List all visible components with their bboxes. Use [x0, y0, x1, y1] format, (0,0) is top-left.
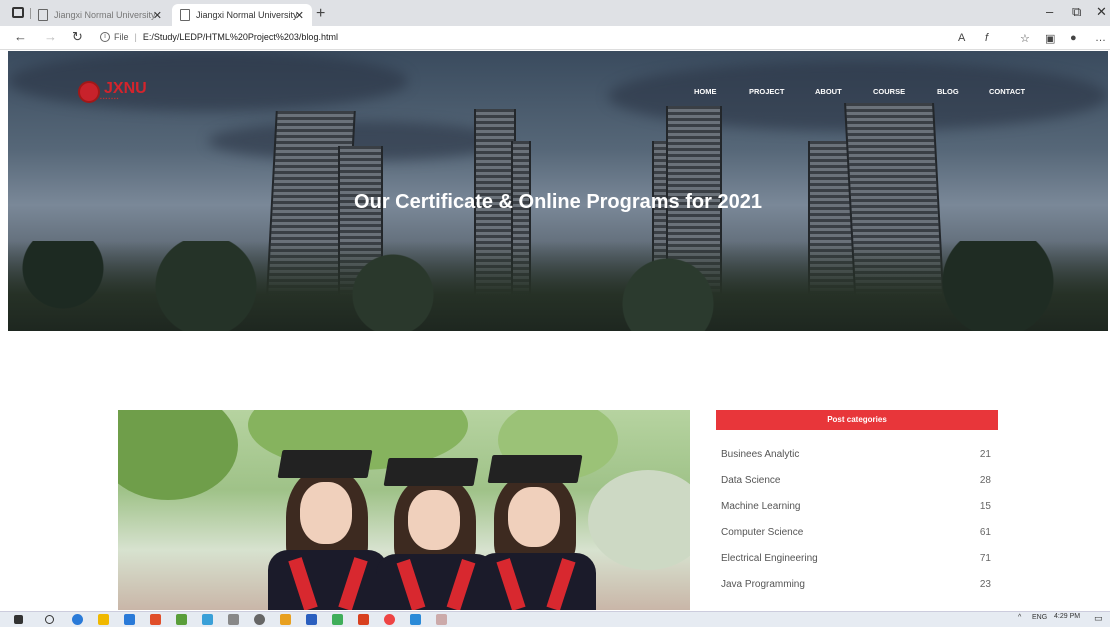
category-name: Java Programming: [721, 578, 805, 590]
back-icon[interactable]: ←: [14, 29, 27, 44]
more-icon[interactable]: …: [1095, 32, 1106, 44]
tab-label: Jiangxi Normal University: [54, 10, 156, 20]
tab-active[interactable]: Jiangxi Normal University ✕: [172, 4, 312, 26]
category-name: Businees Analytic: [721, 448, 800, 460]
nav-contact[interactable]: CONTACT: [989, 87, 1025, 96]
nav-project[interactable]: PROJECT: [749, 87, 784, 96]
app-icon[interactable]: [150, 614, 161, 625]
url-text: E:/Study/LEDP/HTML%20Project%203/blog.ht…: [142, 32, 338, 42]
file-explorer-icon[interactable]: [98, 614, 109, 625]
category-count: 28: [979, 474, 991, 486]
window-close-icon[interactable]: ✕: [1096, 4, 1107, 20]
hero-title: Our Certificate & Online Programs for 20…: [354, 191, 762, 213]
tray-chevron-icon[interactable]: ^: [1018, 614, 1021, 621]
info-icon[interactable]: i: [100, 32, 110, 42]
refresh-icon[interactable]: ↻: [72, 29, 83, 45]
close-icon[interactable]: ✕: [295, 9, 304, 22]
category-count: 15: [979, 500, 991, 512]
category-name: Machine Learning: [721, 500, 801, 512]
tab-label: Jiangxi Normal University: [196, 10, 298, 20]
category-item[interactable]: Machine Learning 15: [721, 493, 991, 519]
category-count: 21: [979, 448, 991, 460]
favorites-icon[interactable]: ☆: [1020, 32, 1030, 45]
app-icon[interactable]: [228, 614, 239, 625]
category-count: 61: [979, 526, 991, 538]
category-count: 71: [979, 552, 991, 564]
settings-icon[interactable]: [254, 614, 265, 625]
app-icon[interactable]: [436, 614, 447, 625]
nav-course[interactable]: COURSE: [873, 87, 905, 96]
logo-seal-icon: [78, 81, 100, 103]
font-icon[interactable]: f: [985, 32, 988, 44]
browser-app-icon[interactable]: [12, 7, 24, 18]
page-icon: [38, 9, 48, 21]
page-icon: [180, 9, 190, 21]
category-item[interactable]: Businees Analytic 21: [721, 441, 991, 467]
store-icon[interactable]: [124, 614, 135, 625]
start-icon[interactable]: [14, 615, 23, 624]
category-name: Electrical Engineering: [721, 552, 818, 564]
tab-inactive[interactable]: Jiangxi Normal University ✕: [30, 4, 170, 26]
graduate-figure: [268, 440, 388, 610]
nav-blog[interactable]: BLOG: [937, 87, 959, 96]
address-bar: ← → ↻ i File | E:/Study/LEDP/HTML%20Proj…: [0, 26, 1110, 50]
url-divider: |: [134, 32, 137, 42]
site-logo[interactable]: JXNU ▪▪▪▪▪▪▪: [78, 81, 147, 103]
url-field[interactable]: i File | E:/Study/LEDP/HTML%20Project%20…: [100, 32, 338, 42]
hero-banner: JXNU ▪▪▪▪▪▪▪ HOME PROJECT ABOUT COURSE B…: [8, 51, 1108, 331]
hero-cloud: [8, 51, 408, 111]
category-item[interactable]: Data Science 28: [721, 467, 991, 493]
app-icon[interactable]: [332, 614, 343, 625]
new-tab-icon[interactable]: +: [316, 5, 325, 23]
browser-tab-bar: Jiangxi Normal University ✕ Jiangxi Norm…: [0, 0, 1110, 26]
collections-icon[interactable]: ▣: [1045, 32, 1055, 45]
tree-line: [8, 241, 1108, 331]
close-icon[interactable]: ✕: [153, 9, 162, 22]
minimize-icon[interactable]: –: [1046, 4, 1053, 19]
category-item[interactable]: Electrical Engineering 71: [721, 545, 991, 571]
read-aloud-icon[interactable]: A: [958, 32, 965, 44]
category-item[interactable]: Computer Science 61: [721, 519, 991, 545]
logo-text: JXNU: [104, 80, 147, 97]
app-icon[interactable]: [280, 614, 291, 625]
category-name: Data Science: [721, 474, 781, 486]
category-name: Computer Science: [721, 526, 804, 538]
foliage: [118, 410, 238, 500]
category-item[interactable]: Java Programming 23: [721, 571, 991, 597]
foliage: [588, 470, 690, 570]
edge-icon[interactable]: [72, 614, 83, 625]
url-scheme: File: [114, 32, 129, 42]
restore-icon[interactable]: ⧉: [1072, 4, 1081, 20]
blog-post-image[interactable]: [118, 410, 690, 610]
profile-icon[interactable]: ●: [1070, 32, 1077, 44]
post-categories-header: Post categories: [716, 410, 998, 430]
word-icon[interactable]: [306, 614, 317, 625]
language-indicator[interactable]: ENG: [1032, 614, 1047, 621]
search-icon[interactable]: [45, 615, 54, 624]
category-count: 23: [979, 578, 991, 590]
nav-about[interactable]: ABOUT: [815, 87, 842, 96]
app-icon[interactable]: [410, 614, 421, 625]
app-icon[interactable]: [202, 614, 213, 625]
windows-taskbar: ^ ENG 4:29 PM ▭: [0, 611, 1110, 627]
clock[interactable]: 4:29 PM: [1054, 613, 1080, 620]
forward-icon[interactable]: →: [44, 29, 57, 44]
graduate-figure: [476, 445, 596, 610]
app-icon[interactable]: [176, 614, 187, 625]
chrome-icon[interactable]: [384, 614, 395, 625]
notifications-icon[interactable]: ▭: [1094, 613, 1103, 624]
office-icon[interactable]: [358, 614, 369, 625]
nav-home[interactable]: HOME: [694, 87, 717, 96]
